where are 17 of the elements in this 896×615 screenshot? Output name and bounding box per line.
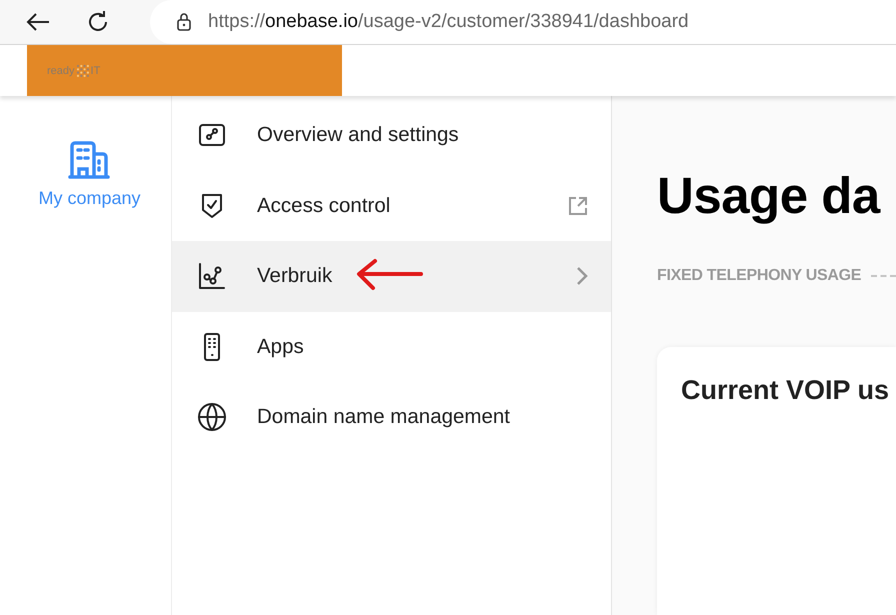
menu-item[interactable]: Verbruik <box>172 241 611 312</box>
address-bar[interactable]: https://onebase.io/usage-v2/customer/338941/dashboard <box>150 0 896 44</box>
card-title: Current VOIP us <box>681 375 890 406</box>
company-logo: ready IT <box>47 64 100 78</box>
external-link-icon[interactable] <box>567 194 589 217</box>
back-arrow-icon <box>25 11 51 33</box>
chart-icon <box>198 262 226 290</box>
building-icon <box>68 140 110 180</box>
page-title: Usage da <box>657 166 882 225</box>
shield-check-icon <box>199 192 225 220</box>
section-label: FIXED TELEPHONY USAGE <box>657 267 862 285</box>
globe-icon <box>197 402 227 432</box>
lock-icon <box>176 12 192 32</box>
annotation-arrow <box>355 257 423 293</box>
phone-icon <box>202 332 222 362</box>
graph-icon <box>198 123 226 148</box>
url-text: https://onebase.io/usage-v2/customer/338941/dashboard <box>208 11 689 33</box>
